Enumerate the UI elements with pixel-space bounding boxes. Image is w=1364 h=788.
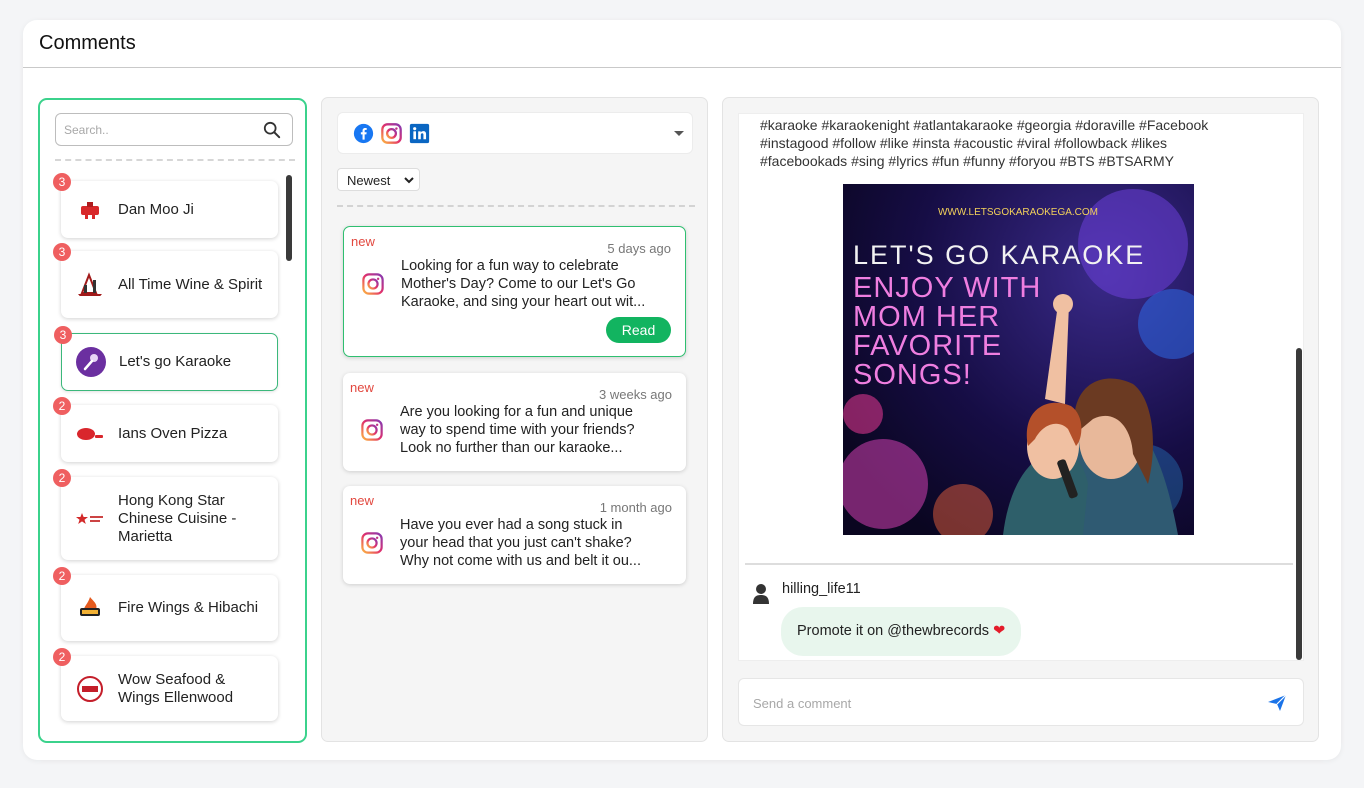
chevron-down-icon (404, 177, 414, 184)
post-detail: #karaoke #karaokenight #atlantakaraoke #… (738, 113, 1304, 661)
unread-badge: 3 (54, 326, 72, 344)
post-time: 5 days ago (607, 241, 671, 256)
instagram-icon (361, 532, 383, 554)
business-name: Ians Oven Pizza (118, 424, 228, 442)
post-card-active[interactable]: new 5 days ago Looking for a fun way to … (343, 226, 686, 357)
detail-panel: #karaoke #karaokenight #atlantakaraoke #… (722, 97, 1319, 742)
platform-select[interactable] (337, 112, 693, 154)
linkedin-icon (409, 123, 430, 144)
business-list: 3 Dan Moo Ji 3 All Time Wine & Spirit 3 … (40, 170, 305, 741)
business-name: All Time Wine & Spirit (118, 275, 263, 293)
sort-label: Newest (347, 173, 391, 188)
sort-select[interactable]: Newest (337, 168, 420, 191)
business-panel: 3 Dan Moo Ji 3 All Time Wine & Spirit 3 … (38, 98, 307, 743)
unread-badge: 2 (53, 648, 71, 666)
unread-badge: 3 (53, 173, 71, 191)
hk-star-logo (75, 504, 105, 534)
post-text: Looking for a fun way to celebrate Mothe… (401, 258, 646, 310)
facebook-icon (353, 123, 374, 144)
new-tag: new (350, 493, 374, 508)
comment-divider (745, 563, 1293, 565)
instagram-icon (361, 419, 383, 441)
image-line: MOM HER (853, 301, 1000, 333)
business-item-active[interactable]: 3 Let's go Karaoke (54, 326, 278, 391)
business-item[interactable]: 2 Ians Oven Pizza (53, 397, 278, 462)
post-hashtags: #karaoke #karaokenight #atlantakaraoke #… (760, 117, 1209, 169)
user-avatar-icon (753, 584, 769, 604)
posts-panel: Newest new 5 days ago Looking for a fun … (321, 97, 708, 742)
unread-badge: 2 (53, 567, 71, 585)
read-button[interactable]: Read (606, 317, 671, 343)
post-time: 1 month ago (599, 500, 672, 515)
wine-logo (75, 270, 105, 300)
post-text: Are you looking for a fun and unique way… (400, 404, 635, 456)
image-headline: LET'S GO KARAOKE (853, 240, 1145, 270)
business-name: Fire Wings & Hibachi (118, 599, 259, 616)
image-line: SONGS! (853, 359, 972, 391)
pizza-logo (75, 419, 105, 449)
unread-badge: 2 (53, 469, 71, 487)
business-item[interactable]: 2 Hong Kong Star Chinese Cuisine - Marie… (53, 469, 278, 560)
page-title: Comments (39, 32, 136, 54)
business-name: Let's go Karaoke (119, 353, 232, 370)
post-card[interactable]: new 3 weeks ago Are you looking for a fu… (343, 373, 686, 471)
posts-divider (337, 205, 695, 207)
comment-text: Promote it on @thewbrecords (797, 623, 990, 639)
title-divider (23, 67, 1341, 68)
fire-wings-logo (75, 593, 105, 623)
send-icon[interactable] (1267, 694, 1287, 712)
business-item[interactable]: 3 All Time Wine & Spirit (53, 243, 278, 318)
heart-emoji: ❤ (993, 623, 1006, 639)
business-list-scrollbar[interactable] (286, 175, 292, 261)
instagram-icon (381, 123, 402, 144)
comment-bubble: Promote it on @thewbrecords ❤ (781, 607, 1022, 656)
chevron-down-icon (674, 131, 684, 136)
business-item[interactable]: 2 Wow Seafood & Wings Ellenwood (53, 648, 278, 721)
comment-username: hilling_life11 (782, 581, 861, 597)
red-seal-logo (75, 195, 105, 225)
wow-logo (75, 674, 105, 704)
unread-badge: 2 (53, 397, 71, 415)
business-item[interactable]: 2 Fire Wings & Hibachi (53, 567, 278, 641)
business-name: Dan Moo Ji (118, 200, 194, 218)
comment-input[interactable] (753, 693, 1233, 713)
post-text: Have you ever had a song stuck in your h… (400, 517, 641, 569)
post-card[interactable]: new 1 month ago Have you ever had a song… (343, 486, 686, 584)
karaoke-logo (76, 347, 106, 377)
image-line: ENJOY WITH (853, 272, 1041, 304)
search-input[interactable] (64, 120, 254, 140)
business-name: Hong Kong Star Chinese Cuisine - Mariett… (118, 491, 237, 545)
instagram-icon (362, 273, 384, 295)
post-time: 3 weeks ago (599, 387, 672, 402)
comment-composer (738, 678, 1304, 726)
detail-scrollbar[interactable] (1296, 348, 1302, 660)
search-icon[interactable] (263, 121, 281, 139)
new-tag: new (350, 380, 374, 395)
search-box (55, 113, 293, 146)
new-tag: new (351, 234, 375, 249)
comments-card: Comments 3 Dan Moo Ji 3 (23, 20, 1341, 760)
image-url-text: WWW.LETSGOKARAOKEGA.COM (938, 207, 1098, 218)
image-line: FAVORITE (853, 330, 1002, 362)
post-image: WWW.LETSGOKARAOKEGA.COM LET'S GO KARAOKE… (843, 184, 1194, 535)
business-item[interactable]: 3 Dan Moo Ji (53, 173, 278, 238)
search-divider (55, 159, 295, 161)
unread-badge: 3 (53, 243, 71, 261)
business-name: Wow Seafood & Wings Ellenwood (118, 670, 234, 706)
